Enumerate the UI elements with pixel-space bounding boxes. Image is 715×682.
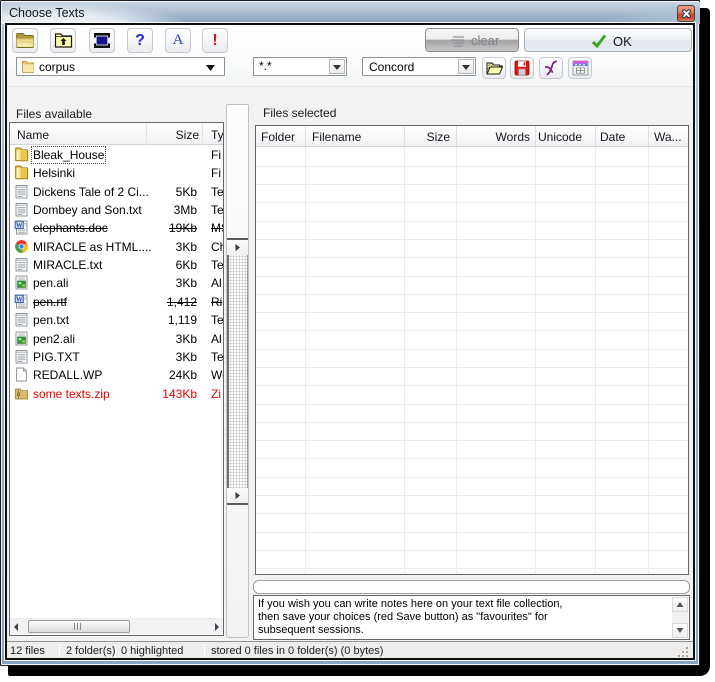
svg-text:W: W	[16, 222, 23, 230]
svg-text:W: W	[16, 295, 23, 303]
